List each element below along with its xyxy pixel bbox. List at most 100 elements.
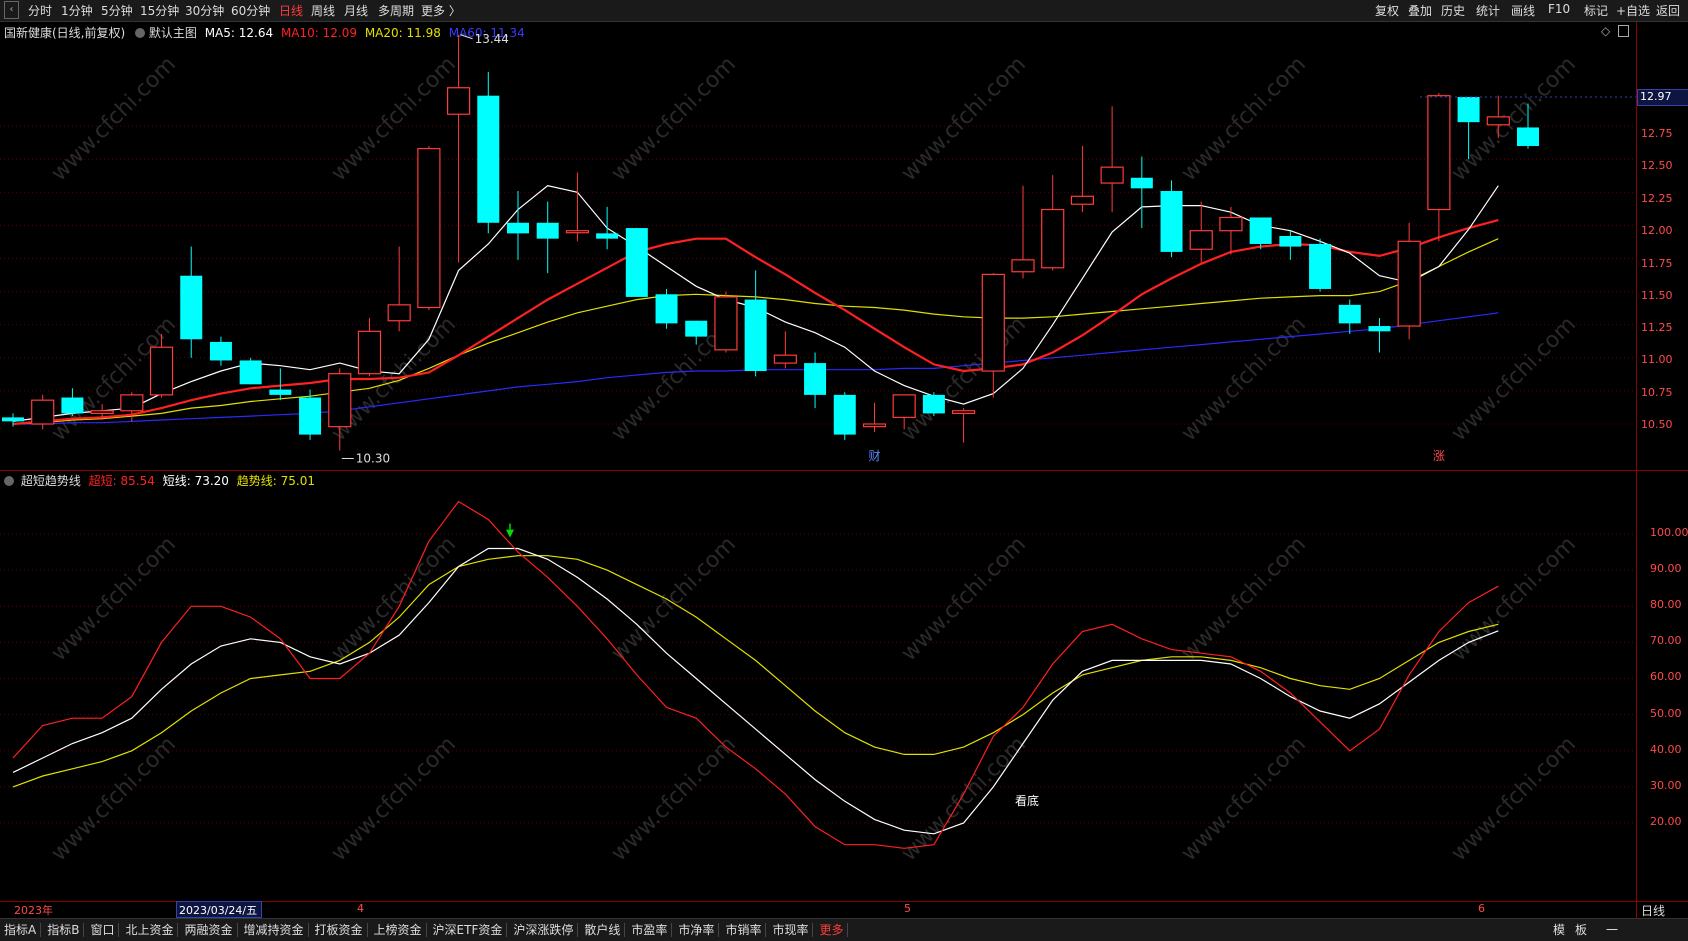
- watermark-text: www.cfchi.com: [327, 52, 461, 186]
- period-more[interactable]: 更多 〉: [421, 2, 461, 19]
- indicator-tick: 90.00: [1650, 562, 1682, 575]
- candle-body: [922, 394, 945, 414]
- candle: [1338, 299, 1361, 334]
- date-month-5: 5: [904, 902, 911, 915]
- short-line: [12, 547, 1499, 835]
- bottom-tab-3[interactable]: 北上资金: [125, 923, 179, 937]
- candle-body: [149, 346, 174, 396]
- bottom-tab-5[interactable]: 增减持资金: [243, 923, 309, 937]
- candle-body: [1427, 95, 1451, 211]
- bottom-tab-6[interactable]: 打板资金: [314, 923, 368, 937]
- candle-body: [1100, 166, 1124, 184]
- period-weekly[interactable]: 周线: [311, 2, 335, 19]
- candle: [209, 336, 232, 366]
- period-60min[interactable]: 60分钟: [231, 2, 270, 19]
- bottom-tab-9[interactable]: 沪深涨跌停: [513, 923, 579, 937]
- candle: [61, 388, 84, 417]
- candle-body: [1011, 259, 1035, 273]
- bottom-tab-15[interactable]: 更多: [819, 923, 849, 937]
- watermark-text: www.cfchi.com: [607, 732, 741, 866]
- candle: [477, 71, 500, 234]
- period-5min[interactable]: 5分钟: [101, 2, 133, 19]
- candle-body: [1219, 216, 1243, 232]
- ban-button[interactable]: 板: [1575, 921, 1587, 938]
- lishi-button[interactable]: 历史: [1441, 2, 1465, 19]
- candle-body: [1309, 243, 1332, 289]
- bottom-tab-2[interactable]: 窗口: [90, 923, 120, 937]
- watermark-text: www.cfchi.com: [47, 52, 181, 186]
- candle: [773, 331, 797, 369]
- price-tick: 10.50: [1641, 418, 1673, 431]
- period-1min[interactable]: 1分钟: [61, 2, 93, 19]
- candle: [1249, 217, 1272, 250]
- minimize-button[interactable]: 一: [1606, 921, 1618, 938]
- bottom-tab-1[interactable]: 指标B: [47, 923, 85, 937]
- indicator-tick: 30.00: [1650, 779, 1682, 792]
- candle: [981, 273, 1005, 398]
- candle: [536, 201, 559, 274]
- bottom-tab-10[interactable]: 散户线: [584, 923, 626, 937]
- back-icon[interactable]: ‹: [4, 1, 19, 19]
- cursor-date: 2023/03/24/五: [179, 904, 258, 917]
- candle-body: [1041, 208, 1065, 269]
- watermark-text: www.cfchi.com: [47, 532, 181, 666]
- bottom-tab-0[interactable]: 指标A: [4, 923, 42, 937]
- f10-button[interactable]: F10: [1548, 2, 1570, 16]
- period-30min[interactable]: 30分钟: [185, 2, 224, 19]
- chart-canvas[interactable]: www.cfchi.com www.cfchi.com www.cfchi.com w…: [0, 22, 1636, 902]
- mo-button[interactable]: 模: [1553, 921, 1565, 938]
- period-label[interactable]: 日线: [1641, 902, 1665, 919]
- indicator-tick: 70.00: [1650, 634, 1682, 647]
- candle-body: [1517, 127, 1539, 146]
- high-label: 13.44: [475, 32, 509, 46]
- indicator-tick: 40.00: [1650, 743, 1682, 756]
- candle-body: [981, 273, 1005, 372]
- period-15min[interactable]: 15分钟: [140, 2, 179, 19]
- candle: [655, 288, 678, 329]
- candle-body: [536, 222, 559, 239]
- add-watchlist-button[interactable]: +自选: [1616, 2, 1650, 19]
- high-marker-arrow: [460, 34, 473, 40]
- bottom-tab-13[interactable]: 市销率: [725, 923, 767, 937]
- bottom-tab-8[interactable]: 沪深ETF资金: [432, 923, 508, 937]
- candle: [833, 392, 856, 440]
- candle-body: [1368, 326, 1391, 332]
- price-tick: 12.00: [1641, 224, 1673, 237]
- bottom-tab-7[interactable]: 上榜资金: [373, 923, 427, 937]
- period-multi[interactable]: 多周期: [378, 2, 414, 19]
- candle-body: [90, 410, 114, 415]
- watermark-text: www.cfchi.com: [1177, 532, 1311, 666]
- candle: [565, 172, 590, 242]
- candle: [180, 246, 203, 358]
- candle-body: [1189, 230, 1213, 250]
- period-daily[interactable]: 日线: [279, 2, 303, 19]
- bottom-tab-12[interactable]: 市净率: [678, 923, 720, 937]
- bottom-tab-11[interactable]: 市盈率: [631, 923, 673, 937]
- candle: [1397, 222, 1421, 340]
- candle-body: [1338, 304, 1361, 324]
- bottom-tab-4[interactable]: 两融资金: [184, 923, 238, 937]
- huaxian-button[interactable]: 画线: [1511, 2, 1535, 19]
- candle: [1279, 230, 1302, 260]
- candle-body: [565, 230, 590, 234]
- date-month-4: 4: [357, 902, 364, 915]
- candle-body: [446, 87, 471, 115]
- diejia-button[interactable]: 叠加: [1408, 2, 1432, 19]
- return-button[interactable]: 返回: [1656, 2, 1680, 19]
- candle-body: [61, 397, 84, 414]
- bottom-tab-14[interactable]: 市现率: [772, 923, 814, 937]
- candle-body: [357, 330, 382, 375]
- candle: [357, 318, 382, 377]
- candle: [31, 394, 55, 430]
- candle: [2, 413, 24, 427]
- candle-body: [507, 222, 529, 234]
- tongji-button[interactable]: 统计: [1476, 2, 1500, 19]
- candle: [951, 408, 976, 443]
- candle-body: [239, 360, 262, 385]
- period-fenshi[interactable]: 分时: [28, 2, 52, 19]
- fuquan-button[interactable]: 复权: [1375, 2, 1399, 19]
- biaoji-button[interactable]: 标记: [1584, 2, 1608, 19]
- candle: [744, 270, 767, 377]
- period-monthly[interactable]: 月线: [344, 2, 368, 19]
- candle: [804, 352, 827, 409]
